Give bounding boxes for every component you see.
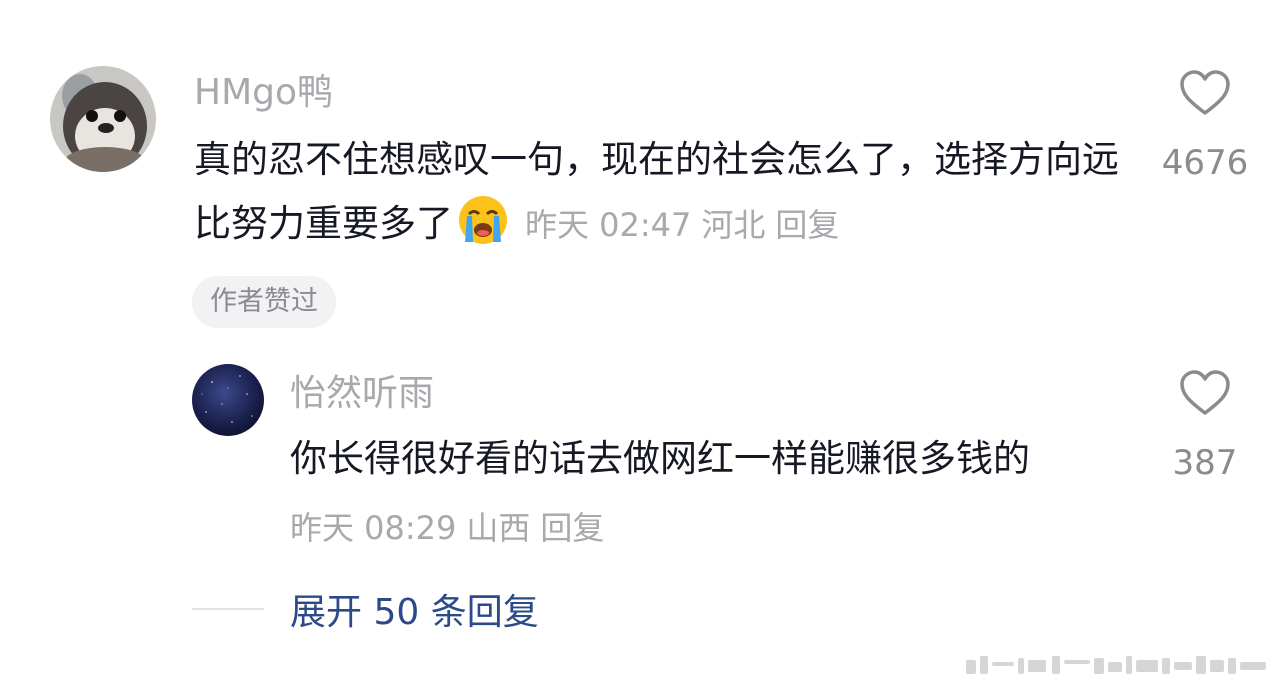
avatar[interactable] [50, 66, 156, 172]
author-liked-badge: 作者赞过 [192, 276, 336, 328]
reply-meta: 昨天 08:29 山西 回复 [290, 508, 614, 548]
heart-icon [1180, 370, 1230, 415]
reply-username[interactable]: 怡然听雨 [290, 376, 434, 412]
avatar[interactable] [192, 364, 264, 436]
comment-time: 昨天 02:47 [525, 206, 692, 244]
expand-replies-label: 展开 50 条回复 [290, 592, 539, 633]
penguin-avatar-icon [50, 66, 156, 172]
reply-text: 你长得很好看的话去做网红一样能赚很多钱的 [290, 437, 1030, 480]
comment-username[interactable]: HMgo鸭 [194, 75, 333, 111]
starry-sky-avatar-icon [192, 364, 264, 436]
watermark-logo-icon [962, 650, 1274, 678]
comment-location: 河北 [701, 206, 766, 244]
reply-button[interactable]: 回复 [775, 206, 839, 244]
divider-line [192, 608, 264, 610]
expand-replies-button[interactable]: 展开 50 条回复 [192, 586, 539, 633]
like-button[interactable]: 4676 [1150, 70, 1260, 180]
reply-location: 山西 [466, 509, 531, 547]
comment-meta: 昨天 02:47 河北 回复 [525, 206, 839, 244]
like-button[interactable]: 387 [1150, 370, 1260, 480]
reply-time: 昨天 08:29 [290, 509, 457, 547]
comment-text-block: 真的忍不住想感叹一句，现在的社会怎么了，选择方向远比努力重要多了 昨天 02:4… [194, 128, 1124, 257]
heart-icon [1180, 70, 1230, 115]
reply-button[interactable]: 回复 [540, 509, 604, 547]
loudly-crying-face-icon [457, 194, 509, 246]
like-count: 4676 [1161, 143, 1249, 183]
like-count: 387 [1172, 443, 1238, 483]
